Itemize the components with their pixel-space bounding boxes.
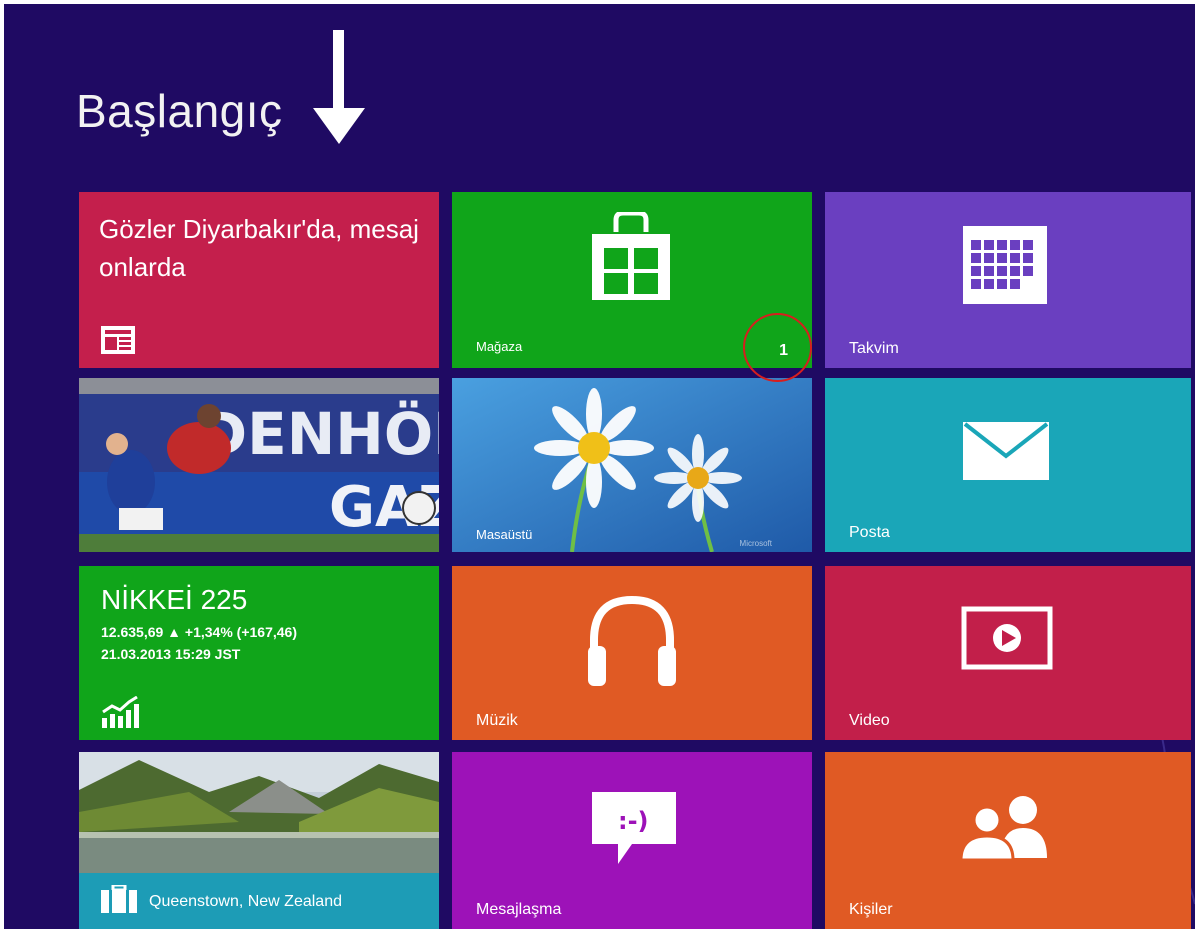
finance-quote: 12.635,69 ▲ +1,34% (+167,46) bbox=[101, 624, 297, 640]
svg-text::-): :-) bbox=[618, 807, 649, 835]
travel-tile[interactable]: Queenstown, New Zealand bbox=[79, 752, 439, 929]
calendar-icon bbox=[963, 226, 1047, 304]
sports-photo: DENHÖFI GAZ bbox=[79, 378, 439, 552]
news-headline: Gözler Diyarbakır'da, mesaj onlarda bbox=[99, 214, 419, 282]
music-tile[interactable]: Müzik bbox=[452, 566, 812, 740]
people-label: Kişiler bbox=[849, 901, 893, 918]
start-screen: Başlangıç Gözler Diyarbakır'da, mesaj on… bbox=[4, 4, 1195, 929]
video-label: Video bbox=[849, 712, 890, 729]
finance-chart-icon bbox=[102, 696, 139, 728]
desktop-tile[interactable]: Masaüstü Microsoft bbox=[452, 378, 812, 552]
video-play-icon bbox=[961, 606, 1053, 670]
finance-index-name: NİKKEİ 225 bbox=[101, 584, 248, 615]
mail-label: Posta bbox=[849, 524, 890, 541]
badge-highlight-circle bbox=[743, 313, 812, 382]
travel-photo bbox=[79, 752, 439, 874]
suitcase-icon bbox=[101, 885, 137, 913]
travel-caption-bar: Queenstown, New Zealand bbox=[79, 873, 439, 929]
calendar-label: Takvim bbox=[849, 340, 899, 357]
svg-text:DENHÖFI: DENHÖFI bbox=[199, 399, 439, 468]
calendar-tile[interactable]: Takvim bbox=[825, 192, 1191, 368]
desktop-watermark: Microsoft bbox=[739, 539, 772, 548]
messaging-tile[interactable]: :-) Mesajlaşma bbox=[452, 752, 812, 929]
desktop-wallpaper bbox=[452, 378, 812, 552]
headphones-icon bbox=[588, 595, 676, 686]
mail-icon bbox=[963, 422, 1049, 480]
start-title: Başlangıç bbox=[76, 85, 283, 137]
finance-date: 21.03.2013 15:29 JST bbox=[101, 646, 241, 662]
finance-tile[interactable]: NİKKEİ 225 12.635,69 ▲ +1,34% (+167,46) … bbox=[79, 566, 439, 740]
news-icon bbox=[101, 326, 135, 354]
store-bag-icon bbox=[592, 212, 670, 300]
people-tile[interactable]: Kişiler bbox=[825, 752, 1191, 929]
music-label: Müzik bbox=[476, 712, 518, 729]
mail-tile[interactable]: Posta bbox=[825, 378, 1191, 552]
news-tile[interactable]: Gözler Diyarbakır'da, mesaj onlarda bbox=[79, 192, 439, 368]
desktop-label: Masaüstü bbox=[476, 527, 533, 542]
down-arrow-icon bbox=[313, 30, 365, 144]
store-label: Mağaza bbox=[476, 339, 523, 354]
messaging-label: Mesajlaşma bbox=[476, 901, 562, 918]
people-icon bbox=[959, 796, 1047, 860]
travel-label: Queenstown, New Zealand bbox=[149, 893, 342, 910]
chat-bubble-icon: :-) bbox=[592, 792, 676, 864]
video-tile[interactable]: Video bbox=[825, 566, 1191, 740]
sports-tile[interactable]: DENHÖFI GAZ bbox=[79, 378, 439, 552]
